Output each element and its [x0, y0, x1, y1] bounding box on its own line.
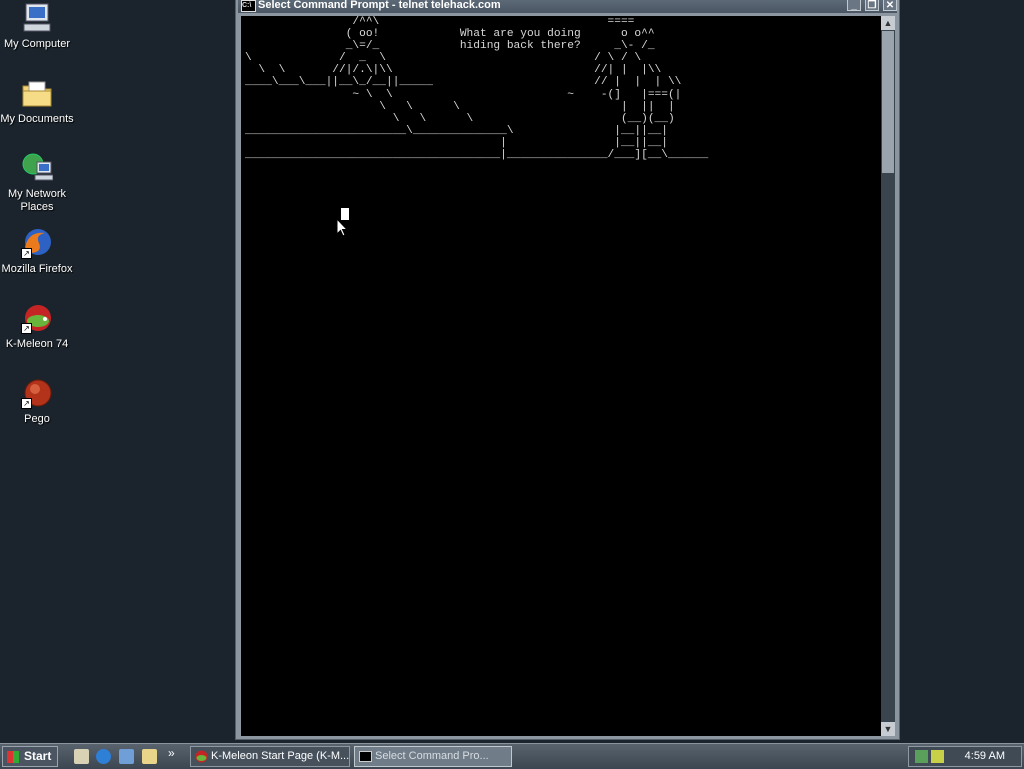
firefox-icon: ↗ [21, 227, 53, 259]
scroll-up-button[interactable]: ▲ [881, 16, 895, 30]
taskbar: Start » K-Meleon Start Page (K-M... Sele… [0, 743, 1024, 769]
scrollbar-thumb[interactable] [882, 31, 894, 173]
system-tray: 4:59 AM [908, 746, 1022, 767]
mouse-pointer-icon [336, 217, 349, 241]
window-titlebar[interactable]: C:\ Select Command Prompt - telnet teleh… [238, 0, 897, 13]
console-line: \ \ \ (__)(__) [245, 112, 675, 125]
console-line: ~ \ \ ~ -(] |===(| [245, 88, 682, 101]
console-output[interactable]: /^^\ ==== ( oo! What are you doing o o^^… [241, 16, 881, 736]
minimize-button[interactable]: _ [847, 0, 861, 11]
quicklaunch-desktop-icon[interactable] [74, 749, 89, 764]
desktop-icon-my-documents[interactable]: My Documents [0, 77, 74, 126]
console-line: /^^\ ==== [245, 16, 635, 28]
computer-icon [21, 2, 53, 34]
console-line: ______________________________________|_… [245, 149, 709, 162]
desktop-icon-label: Pego [24, 413, 50, 425]
desktop-icon-label: My Computer [3, 38, 71, 50]
network-icon [21, 152, 54, 184]
k-meleon-icon [195, 750, 208, 763]
desktop-icon-label: Mozilla Firefox [1, 263, 73, 275]
console-icon[interactable]: C:\ [241, 0, 256, 12]
console-line: _\=/_ hiding back there? _\- /_ [245, 40, 655, 53]
desktop-icon-my-computer[interactable]: My Computer [0, 2, 74, 51]
console-line: ________________________\______________\… [245, 124, 668, 137]
console-line: ( oo! What are you doing o o^^ [245, 28, 655, 41]
quicklaunch-outlook-icon[interactable] [119, 749, 134, 764]
desktop-icon-label: K-Meleon 74 [5, 338, 69, 350]
console-icon [359, 750, 372, 763]
console-line: | |__||__| [245, 136, 668, 149]
desktop-icon-label: My Network [7, 188, 67, 200]
vertical-scrollbar[interactable]: ▲ ▼ [881, 16, 895, 736]
scroll-down-button[interactable]: ▼ [881, 722, 895, 736]
quicklaunch-explorer-icon[interactable] [142, 749, 157, 764]
k-meleon-icon: ↗ [21, 302, 53, 334]
close-button[interactable]: ✕ [883, 0, 897, 11]
console-line: \ / _ \ / \ / \ [245, 52, 642, 65]
start-button[interactable]: Start [2, 746, 58, 767]
desktop-icon-label: My Documents [0, 113, 74, 125]
security-tray-icon[interactable] [931, 750, 944, 763]
task-button-command-prompt[interactable]: Select Command Pro... [354, 746, 512, 767]
window-title: Select Command Prompt - telnet telehack.… [258, 0, 501, 11]
quicklaunch-ie-icon[interactable] [96, 749, 111, 764]
shortcut-arrow-icon: ↗ [21, 248, 32, 259]
console-line: \ \ \ | || | [245, 100, 675, 113]
desktop-icon-label-line2: Places [20, 201, 54, 213]
desktop-icon-my-network-places[interactable]: My Network Places [0, 152, 74, 214]
folder-icon [21, 77, 53, 109]
pego-icon: ↗ [21, 377, 53, 409]
quicklaunch-more-icon[interactable]: » [168, 746, 175, 760]
shortcut-arrow-icon: ↗ [21, 398, 32, 409]
desktop-icon-k-meleon[interactable]: ↗ K-Meleon 74 [0, 302, 74, 351]
clock[interactable]: 4:59 AM [965, 747, 1005, 766]
console-line: \ \ //|/.\|\\ //| | |\\ [245, 64, 662, 77]
restore-button[interactable]: ❐ [865, 0, 879, 11]
shortcut-arrow-icon: ↗ [21, 323, 32, 334]
windows-logo-icon [7, 751, 19, 763]
command-prompt-window[interactable]: C:\ Select Command Prompt - telnet teleh… [235, 0, 900, 740]
console-text: /^^\ ==== ( oo! What are you doing o o^^… [245, 16, 708, 161]
desktop-icon-mozilla-firefox[interactable]: ↗ Mozilla Firefox [0, 227, 74, 276]
task-button-k-meleon[interactable]: K-Meleon Start Page (K-M... [190, 746, 350, 767]
console-line: ____\___\___||__\_/__||_____ // | | | \\ [245, 76, 682, 89]
desktop-icon-pego[interactable]: ↗ Pego [0, 377, 74, 426]
network-tray-icon[interactable] [915, 750, 928, 763]
